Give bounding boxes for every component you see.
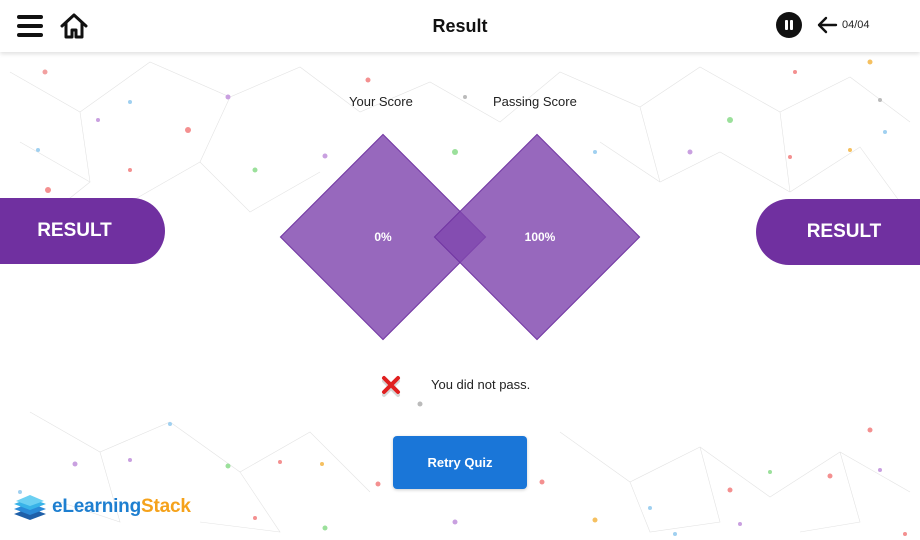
top-bar: Result 04/04 [0,0,920,52]
passing-score-label: Passing Score [493,94,577,109]
result-tab-right: RESULT [756,199,920,265]
cross-icon [382,376,400,397]
stacked-books-icon [14,495,46,520]
logo-text-part2: Stack [141,496,191,517]
logo-text-part1: eLearning [52,496,141,517]
arrow-left-icon[interactable] [816,15,838,35]
retry-quiz-button[interactable]: Retry Quiz [393,436,527,489]
your-score-label: Your Score [349,94,413,109]
pause-icon[interactable] [776,12,802,38]
home-icon[interactable] [59,11,89,41]
logo-text: eLearningStack [52,496,191,518]
result-tab-left: RESULT [0,198,165,264]
your-score-value: 0% [374,230,392,244]
page-counter: 04/04 [842,19,870,31]
elearningstack-logo: eLearningStack [12,490,191,524]
result-message: You did not pass. [431,377,531,392]
passing-score-value: 100% [524,230,556,244]
menu-icon[interactable] [17,15,43,37]
